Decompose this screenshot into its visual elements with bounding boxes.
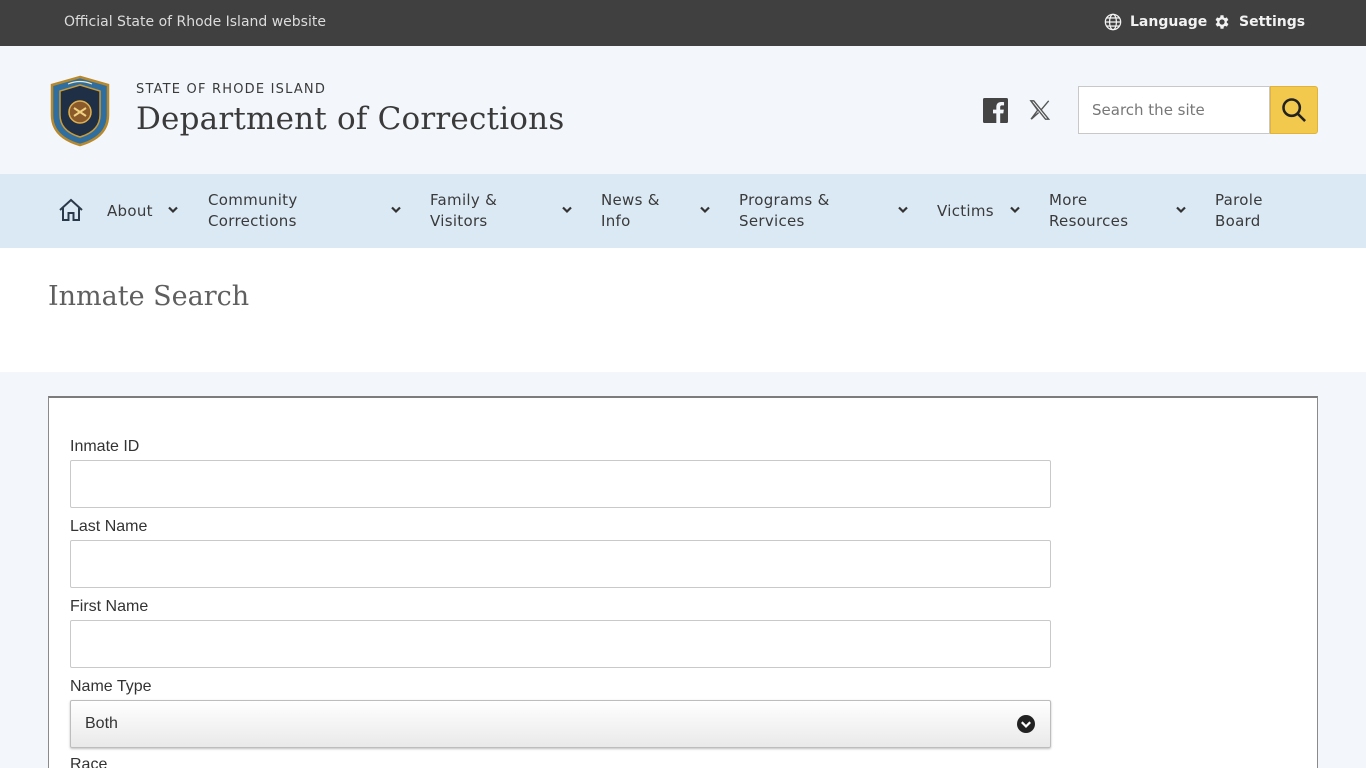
language-button[interactable]: Language xyxy=(1104,13,1207,31)
race-label: Race xyxy=(70,756,108,768)
chevron-down-icon[interactable] xyxy=(1175,205,1187,215)
home-icon[interactable] xyxy=(58,198,84,222)
chevron-down-icon[interactable] xyxy=(167,205,179,215)
state-name: STATE OF RHODE ISLAND xyxy=(136,82,327,97)
name-type-select[interactable]: Both xyxy=(70,700,1051,748)
globe-icon xyxy=(1104,13,1122,31)
nav-item-family-visitors[interactable]: Family & Visitors xyxy=(430,190,497,232)
first-name-input[interactable] xyxy=(70,620,1051,668)
search-icon xyxy=(1282,98,1306,122)
page-title: Inmate Search xyxy=(48,281,250,312)
nav-item-news-info[interactable]: News & Info xyxy=(601,190,660,232)
gear-icon xyxy=(1215,15,1229,29)
nav-item-programs-services[interactable]: Programs & Services xyxy=(739,190,830,232)
inmate-search-form: Inmate ID Last Name First Name Name Type… xyxy=(48,396,1318,768)
chevron-down-icon[interactable] xyxy=(561,205,573,215)
main-navigation: About Community Corrections Family & Vis… xyxy=(0,174,1366,248)
nav-item-about[interactable]: About xyxy=(107,201,153,222)
site-header: STATE OF RHODE ISLAND Department of Corr… xyxy=(0,46,1366,174)
department-seal-logo[interactable] xyxy=(48,75,112,147)
chevron-down-circle-icon xyxy=(1017,715,1035,733)
settings-button[interactable]: Settings xyxy=(1213,13,1305,31)
nav-item-parole-board[interactable]: Parole Board xyxy=(1215,190,1263,232)
inmate-id-input[interactable] xyxy=(70,460,1051,508)
official-website-notice: Official State of Rhode Island website xyxy=(64,14,326,30)
inmate-id-label: Inmate ID xyxy=(70,438,140,455)
nav-item-community-corrections[interactable]: Community Corrections xyxy=(208,190,298,232)
agency-name[interactable]: Department of Corrections xyxy=(136,101,564,137)
first-name-label: First Name xyxy=(70,598,149,615)
last-name-label: Last Name xyxy=(70,518,148,535)
chevron-down-icon[interactable] xyxy=(390,205,402,215)
site-search-input[interactable] xyxy=(1078,86,1270,134)
chevron-down-icon[interactable] xyxy=(699,205,711,215)
nav-item-more-resources[interactable]: More Resources xyxy=(1049,190,1128,232)
language-label: Language xyxy=(1130,14,1208,30)
name-type-label: Name Type xyxy=(70,678,152,695)
chevron-down-icon[interactable] xyxy=(897,205,909,215)
chevron-down-icon[interactable] xyxy=(1009,205,1021,215)
x-icon[interactable] xyxy=(1029,98,1051,122)
settings-label: Settings xyxy=(1239,14,1306,30)
name-type-selected-value: Both xyxy=(85,715,118,732)
utility-bar: Official State of Rhode Island website L… xyxy=(0,0,1366,46)
page-title-band: Inmate Search xyxy=(0,248,1366,372)
facebook-icon[interactable] xyxy=(983,98,1008,123)
last-name-input[interactable] xyxy=(70,540,1051,588)
nav-item-victims[interactable]: Victims xyxy=(937,201,994,222)
site-search-button[interactable] xyxy=(1270,86,1318,134)
